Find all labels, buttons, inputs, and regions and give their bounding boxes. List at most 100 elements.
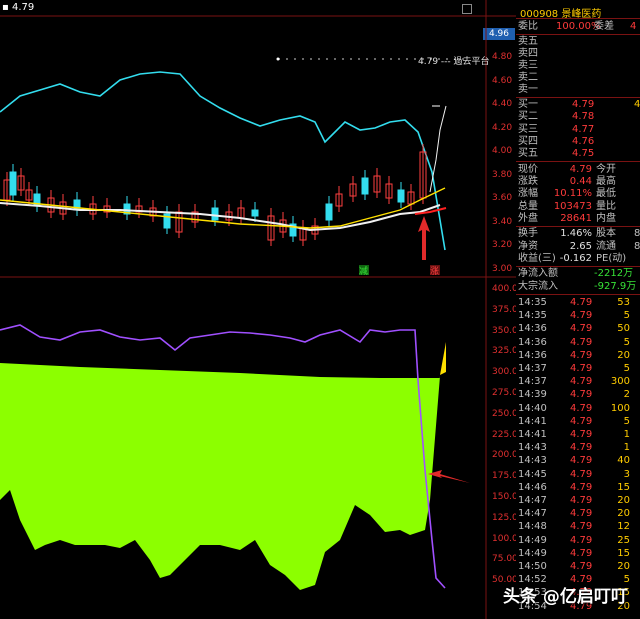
- candlesticks: [3, 144, 427, 246]
- stat-label-2: 最高: [596, 176, 616, 188]
- stat2-label-2: 流通: [596, 240, 616, 252]
- buy-price: 4.79: [572, 99, 595, 110]
- lower-scale-tick: 200.0: [492, 450, 518, 461]
- divider: [516, 97, 640, 98]
- trade-time: 14:43: [518, 442, 547, 454]
- up-marker: 涨: [430, 267, 440, 277]
- upper-scale-tick: 3.20: [492, 240, 513, 250]
- candle-body: [251, 209, 259, 217]
- trade-volume: 25: [617, 534, 630, 546]
- stat-label-2: 今开: [596, 164, 616, 175]
- trade-row: 14:41 4.79 5: [518, 415, 640, 428]
- trade-price: 4.79: [570, 468, 593, 480]
- trade-row: 14:41 4.79 1: [518, 428, 640, 441]
- stat2-row: 净资 2.65 流通 8: [518, 241, 640, 253]
- buy-row: 买五 4.75: [518, 148, 640, 160]
- upper-scale-tick: 3.40: [492, 216, 513, 227]
- block-inflow-value: -927.9万: [594, 281, 637, 292]
- lower-scale-tick: 375.0: [492, 304, 518, 315]
- watermark: 头条 @亿启叮叮: [503, 587, 628, 607]
- lower-scale-tick: 125.0: [492, 512, 518, 523]
- sell-label: 卖四: [518, 48, 538, 59]
- trade-row: 14:49 4.79 25: [518, 534, 640, 547]
- kline-chart[interactable]: [0, 0, 516, 619]
- trade-volume: 20: [617, 561, 630, 572]
- trade-row: 14:47 4.79 20: [518, 494, 640, 507]
- trade-volume: 3: [623, 468, 630, 480]
- trade-volume: 5: [623, 336, 630, 348]
- upper-scale-tick: 4.40: [492, 99, 513, 109]
- upper-scale-tick: 4.20: [492, 122, 513, 133]
- sell-row: 卖四: [518, 48, 640, 60]
- buy-price: 4.78: [572, 111, 595, 123]
- trade-row: 14:43 4.79 40: [518, 454, 640, 467]
- stat2-label: 净资: [518, 240, 538, 252]
- trade-volume: 12: [617, 521, 630, 533]
- stat-value: 103473: [553, 200, 592, 212]
- stat2-label-2: PE(动): [596, 253, 627, 265]
- white-rise-line: [429, 105, 447, 193]
- candle-body: [211, 207, 219, 221]
- platform-label: 4.79 --- 過去平台: [418, 57, 490, 67]
- trade-time: 14:41: [518, 415, 547, 427]
- trade-volume: 40: [617, 455, 630, 467]
- upper-scale-tick: 4.00: [492, 146, 513, 156]
- lower-scale-tick: 75.00: [492, 554, 518, 565]
- trade-time: 14:35: [518, 310, 547, 322]
- stat2-value: 1.46%: [560, 228, 592, 239]
- buy-label: 买二: [518, 111, 538, 123]
- trade-row: 14:37 4.79 300: [518, 375, 640, 388]
- stat-label: 总量: [518, 200, 538, 212]
- trade-row: 14:40 4.79 100: [518, 402, 640, 415]
- divider: [516, 18, 640, 19]
- divider: [516, 34, 640, 35]
- platform-start-dot: [276, 57, 280, 61]
- buy-row: 买四 4.76: [518, 136, 640, 148]
- trade-price: 4.79: [570, 561, 593, 572]
- buy-row: 买二 4.78: [518, 111, 640, 123]
- trade-row: 14:45 4.79 3: [518, 468, 640, 481]
- buy-price: 4.76: [572, 135, 595, 147]
- block-inflow-row: 大宗流入 -927.9万: [518, 281, 640, 293]
- trade-time: 14:43: [518, 455, 547, 467]
- trade-row: 14:35 4.79 5: [518, 309, 640, 322]
- stat2-value-2: 8: [634, 228, 640, 239]
- buy-row: 买一 4.79 4E: [518, 99, 640, 111]
- upper-scale-tick: 3.00: [492, 263, 513, 274]
- trade-row: 14:36 4.79 50: [518, 322, 640, 335]
- block-inflow-label: 大宗流入: [518, 281, 558, 292]
- net-inflow-row: 净流入额 -2212万: [518, 268, 640, 280]
- trade-time: 14:35: [518, 297, 547, 308]
- stat-row: 总量 103473 量比: [518, 201, 640, 213]
- trade-price: 4.79: [570, 310, 593, 322]
- trade-volume: 5: [623, 363, 630, 374]
- buy-price: 4.77: [572, 123, 595, 135]
- trade-price: 4.79: [570, 508, 593, 520]
- stat2-value: 2.65: [569, 240, 592, 252]
- trade-time: 14:37: [518, 376, 547, 388]
- trade-volume: 20: [617, 349, 630, 361]
- trade-time: 14:47: [518, 508, 547, 520]
- stat-label-2: 量比: [596, 200, 616, 212]
- net-inflow-label: 净流入额: [518, 268, 558, 279]
- trade-time: 14:46: [518, 481, 547, 493]
- weibi-row: 委比 100.00% 委差 4: [518, 21, 640, 33]
- trade-volume: 50: [617, 323, 630, 335]
- net-inflow-value: -2212万: [594, 268, 634, 279]
- candle-body: [325, 203, 333, 221]
- stat-row: 现价 4.79 今开: [518, 164, 640, 176]
- stat-label: 涨幅: [518, 188, 538, 200]
- divider: [516, 266, 640, 267]
- upper-scale-tick: 3.60: [492, 193, 513, 203]
- stat2-label: 换手: [518, 228, 538, 239]
- lower-scale-tick: 250.0: [492, 408, 518, 419]
- lower-scale-tick: 175.0: [492, 471, 518, 482]
- candle-body: [9, 171, 17, 196]
- stat2-row: 收益(三) -0.162 PE(动): [518, 253, 640, 265]
- trade-time: 14:37: [518, 363, 547, 374]
- cyan-band-line: [0, 71, 446, 251]
- stat2-label: 收益(三): [518, 253, 556, 265]
- trade-price: 4.79: [570, 547, 593, 559]
- trade-price: 4.79: [570, 376, 593, 388]
- trade-time: 14:47: [518, 495, 547, 506]
